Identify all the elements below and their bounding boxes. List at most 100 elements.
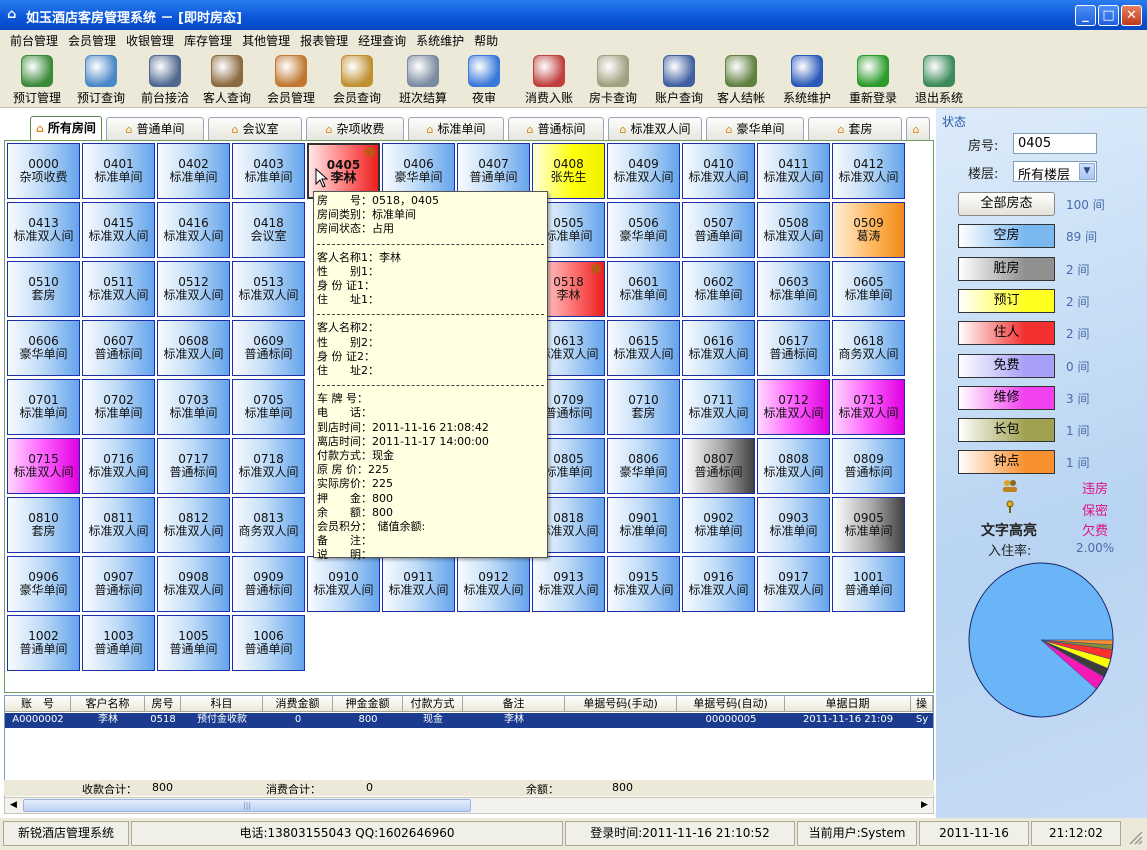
ledger-header-8[interactable]: 单据号码(手动) [565, 696, 677, 712]
room-tile[interactable]: 0701 标准单间 [7, 379, 80, 435]
scroll-left-icon[interactable]: ◀ [6, 799, 21, 812]
ledger-header-10[interactable]: 单据日期 [785, 696, 911, 712]
room-tile[interactable]: 0512 标准双人间 [157, 261, 230, 317]
ledger-header-4[interactable]: 消费金额 [263, 696, 333, 712]
toolbar-button-1[interactable]: 预订查询 [70, 52, 132, 106]
room-tile[interactable]: 0615 标准双人间 [607, 320, 680, 376]
room-tile[interactable]: 0905 标准单间 [832, 497, 905, 553]
room-tile[interactable]: 0418 会议室 [232, 202, 305, 258]
room-tile[interactable]: 0715 标准双人间 [7, 438, 80, 494]
room-tile[interactable]: 0605 标准单间 [832, 261, 905, 317]
tab-2[interactable]: ⌂ 会议室 [208, 117, 302, 140]
ledger-header-6[interactable]: 付款方式 [403, 696, 463, 712]
status-button-6[interactable]: 维修 [958, 385, 1055, 410]
room-tile[interactable]: 0412 标准双人间 [832, 143, 905, 199]
room-tile[interactable]: 0908 标准双人间 [157, 556, 230, 612]
toolbar-button-0[interactable]: 预订管理 [6, 52, 68, 106]
room-tile[interactable]: 0808 标准双人间 [757, 438, 830, 494]
resize-grip-icon[interactable] [1126, 828, 1144, 846]
ledger-cell-8[interactable] [565, 713, 677, 728]
toolbar-button-4[interactable]: 会员管理 [260, 52, 322, 106]
room-tile[interactable]: 0702 标准单间 [82, 379, 155, 435]
room-tile[interactable]: 0616 标准双人间 [682, 320, 755, 376]
toolbar-button-9[interactable]: 房卡查询 [582, 52, 644, 106]
menu-item-7[interactable]: 系统维护 [406, 30, 464, 49]
menu-item-1[interactable]: 会员管理 [58, 30, 116, 49]
room-tile[interactable]: 0910 标准双人间 [307, 556, 380, 612]
tab-9[interactable]: ⌂ [906, 117, 930, 140]
toolbar-button-13[interactable]: 重新登录 [842, 52, 904, 106]
room-tile[interactable]: 1005 普通单间 [157, 615, 230, 671]
ledger-header-5[interactable]: 押金金额 [333, 696, 403, 712]
toolbar-button-6[interactable]: 班次结算 [392, 52, 454, 106]
room-tile[interactable]: 1002 普通单间 [7, 615, 80, 671]
room-tile[interactable]: 0509 葛涛 [832, 202, 905, 258]
horizontal-scrollbar[interactable]: ◀ ||| ▶ [4, 797, 934, 814]
room-tile[interactable]: 0511 标准双人间 [82, 261, 155, 317]
ledger-cell-4[interactable]: 0 [263, 713, 333, 728]
tab-5[interactable]: ⌂ 普通标间 [508, 117, 604, 140]
room-tile[interactable]: 0506 豪华单间 [607, 202, 680, 258]
status-button-5[interactable]: 免费 [958, 353, 1055, 378]
tab-7[interactable]: ⌂ 豪华单间 [706, 117, 804, 140]
room-tile[interactable]: 0713 标准双人间 [832, 379, 905, 435]
room-tile[interactable]: 0508 标准双人间 [757, 202, 830, 258]
ledger-cell-5[interactable]: 800 [333, 713, 403, 728]
floor-select[interactable]: 所有楼层 ▼ [1013, 161, 1097, 183]
menu-item-6[interactable]: 经理查询 [348, 30, 406, 49]
room-tile[interactable]: 0916 标准双人间 [682, 556, 755, 612]
room-tile[interactable]: 1006 普通单间 [232, 615, 305, 671]
room-tile[interactable]: 0901 标准单间 [607, 497, 680, 553]
scroll-right-icon[interactable]: ▶ [917, 799, 932, 812]
room-tile[interactable]: 0806 豪华单间 [607, 438, 680, 494]
room-tile[interactable]: 0917 标准双人间 [757, 556, 830, 612]
ledger-cell-9[interactable]: 00000005 [677, 713, 785, 728]
ledger-cell-11[interactable]: Sy [911, 713, 933, 728]
menu-item-2[interactable]: 收银管理 [116, 30, 174, 49]
status-button-8[interactable]: 钟点 [958, 450, 1055, 475]
tab-6[interactable]: ⌂ 标准双人间 [608, 117, 702, 140]
room-tile[interactable]: 0909 普通标间 [232, 556, 305, 612]
room-tile[interactable]: 0603 标准单间 [757, 261, 830, 317]
ledger-cell-0[interactable]: A0000002 [5, 713, 71, 728]
toolbar-button-3[interactable]: 客人查询 [196, 52, 258, 106]
ledger-header-2[interactable]: 房号 [145, 696, 181, 712]
status-button-2[interactable]: 脏房 [958, 256, 1055, 281]
room-tile[interactable]: 0401 标准单间 [82, 143, 155, 199]
room-tile[interactable]: 0915 标准双人间 [607, 556, 680, 612]
room-tile[interactable]: 0903 标准单间 [757, 497, 830, 553]
room-tile[interactable]: 0608 标准双人间 [157, 320, 230, 376]
tab-3[interactable]: ⌂ 杂项收费 [306, 117, 404, 140]
menu-item-4[interactable]: 其他管理 [232, 30, 290, 49]
room-tile[interactable]: 0413 标准双人间 [7, 202, 80, 258]
maximize-button[interactable]: □ [1098, 5, 1119, 26]
tab-0[interactable]: ⌂ 所有房间 [30, 116, 102, 141]
room-tile[interactable]: 0810 套房 [7, 497, 80, 553]
ledger-cell-10[interactable]: 2011-11-16 21:09 [785, 713, 911, 728]
menu-item-5[interactable]: 报表管理 [290, 30, 348, 49]
ledger-header-1[interactable]: 客户名称 [71, 696, 145, 712]
room-tile[interactable]: 1001 普通单间 [832, 556, 905, 612]
room-tile[interactable]: 0410 标准双人间 [682, 143, 755, 199]
toolbar-button-11[interactable]: 客人结帐 [710, 52, 772, 106]
room-tile[interactable]: 0507 普通单间 [682, 202, 755, 258]
room-tile[interactable]: 0609 普通标间 [232, 320, 305, 376]
ledger-cell-7[interactable]: 李林 [463, 713, 565, 728]
toolbar-button-12[interactable]: 系统维护 [776, 52, 838, 106]
room-tile[interactable]: 0913 标准双人间 [532, 556, 605, 612]
room-tile[interactable]: 0411 标准双人间 [757, 143, 830, 199]
room-tile[interactable]: 0602 标准单间 [682, 261, 755, 317]
tab-1[interactable]: ⌂ 普通单间 [106, 117, 204, 140]
ledger-header-7[interactable]: 备注 [463, 696, 565, 712]
room-tile[interactable]: 0416 标准双人间 [157, 202, 230, 258]
toolbar-button-10[interactable]: 账户查询 [648, 52, 710, 106]
toolbar-button-7[interactable]: 夜审 [458, 52, 510, 106]
room-number-input[interactable]: 0405 [1013, 133, 1097, 154]
room-tile[interactable]: 0710 套房 [607, 379, 680, 435]
room-tile[interactable]: 0711 标准双人间 [682, 379, 755, 435]
toolbar-button-14[interactable]: 退出系统 [908, 52, 970, 106]
room-tile[interactable]: 0601 标准单间 [607, 261, 680, 317]
close-button[interactable]: ✕ [1121, 5, 1142, 26]
room-tile[interactable]: 0811 标准双人间 [82, 497, 155, 553]
room-tile[interactable]: 0902 标准单间 [682, 497, 755, 553]
